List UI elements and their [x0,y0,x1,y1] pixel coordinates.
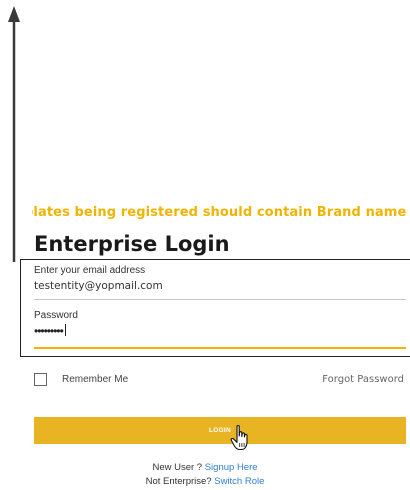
email-label: Enter your email address [34,265,146,276]
signup-link[interactable]: Signup Here [205,462,258,473]
password-underline [34,347,406,349]
email-input[interactable]: testentity@yopmail.com [34,280,406,292]
signup-prompt: New User ? [152,462,203,473]
page-title: Enterprise Login [34,232,230,256]
remember-row: Remember Me Forgot Password [34,373,406,389]
switch-role-link[interactable]: Switch Role [214,476,264,487]
password-input[interactable]: ••••••••• [34,324,64,338]
email-field[interactable]: Enter your email address testentity@yopm… [34,265,406,300]
login-button[interactable]: LOGIN [34,417,406,444]
notice-marquee: plates being registered should contain B… [32,205,410,220]
remember-me-checkbox[interactable] [34,373,47,386]
signup-row: New User ? Signup Here [0,462,410,473]
email-underline [34,299,406,300]
switch-role-prompt: Not Enterprise? [145,476,212,487]
login-page: plates being registered should contain B… [0,0,410,490]
switch-role-row: Not Enterprise? Switch Role [0,476,410,487]
password-field[interactable]: Password ••••••••• [34,310,406,349]
text-caret [64,324,66,336]
password-label: Password [34,310,78,321]
hand-pointer-icon [230,424,248,451]
annotation-up-arrow-icon [8,6,20,262]
notice-marquee-text: plates being registered should contain B… [32,205,410,220]
remember-me-label[interactable]: Remember Me [62,374,128,385]
forgot-password-link[interactable]: Forgot Password [322,374,404,385]
